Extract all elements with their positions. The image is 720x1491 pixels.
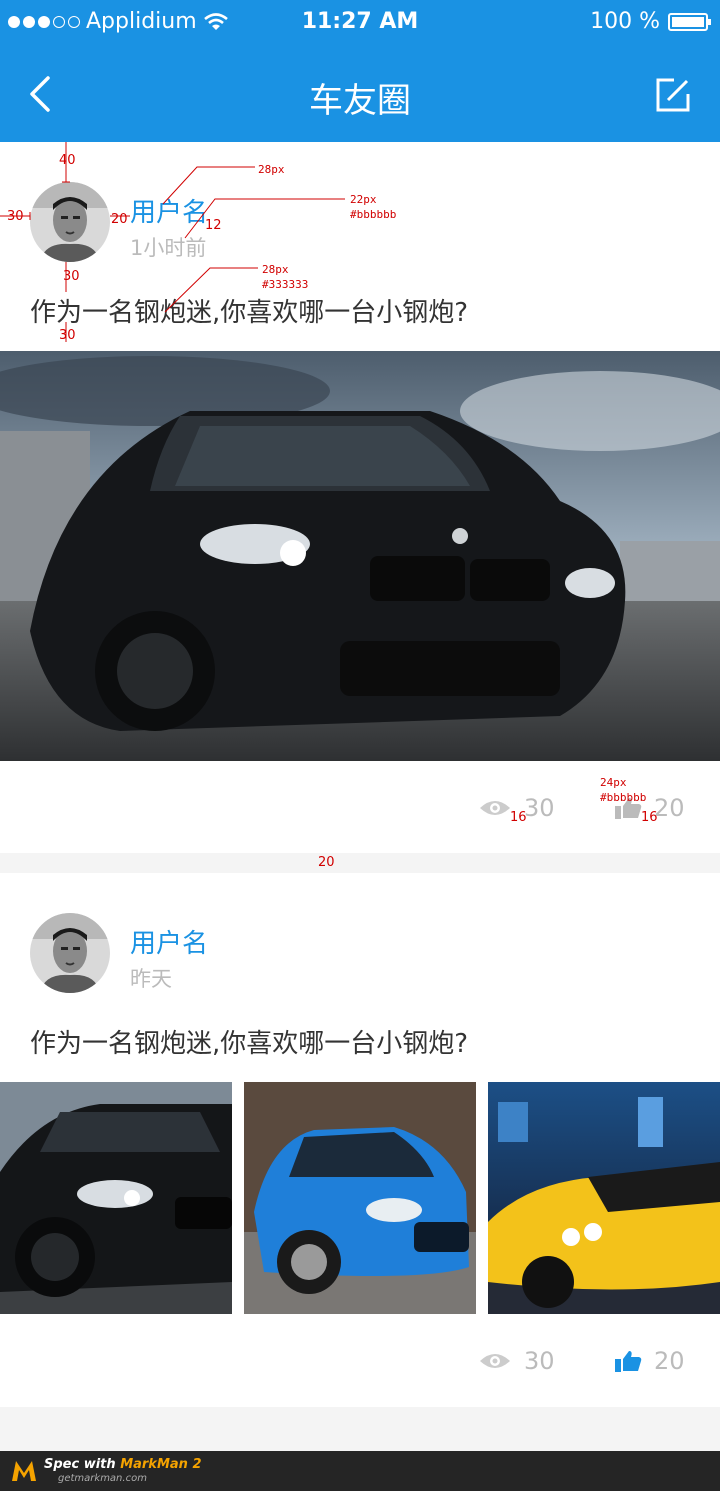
post-image-thumbnail[interactable] <box>244 1082 476 1314</box>
username[interactable]: 用户名 <box>130 923 208 960</box>
eye-icon <box>480 1354 510 1368</box>
view-count[interactable]: 30 <box>478 1347 555 1375</box>
battery-group: 100 % <box>590 9 711 34</box>
like-count-label: 20 <box>654 1347 685 1375</box>
post-time: 昨天 <box>130 967 172 991</box>
thumbs-up-icon <box>615 1351 642 1372</box>
markman-site: getmarkman.com <box>58 1473 147 1484</box>
status-bar: Applidium 11:27 AM 100 % <box>0 0 720 46</box>
compose-icon[interactable] <box>654 76 692 114</box>
spec-card-gap: 20 <box>318 855 335 870</box>
post-text: 作为一名钢炮迷,你喜欢哪一台小钢炮? <box>30 1029 469 1059</box>
view-count-label: 30 <box>524 794 555 822</box>
post-card: 用户名 1小时前 作为一名钢炮迷,你喜欢哪一台小钢炮? 30 20 40 30 … <box>0 142 720 853</box>
post-image-thumbnail[interactable] <box>0 1082 232 1314</box>
avatar[interactable] <box>30 913 110 993</box>
spec-stat-color: #bbbbbb <box>600 791 647 804</box>
battery-icon <box>668 12 711 31</box>
post-card: 用户名 昨天 作为一名钢炮迷,你喜欢哪一台小钢炮? 30 20 <box>0 873 720 1407</box>
markman-footer: Spec with MarkMan 2 getmarkman.com <box>0 1451 720 1491</box>
post-image[interactable] <box>0 351 720 761</box>
spec-icon-gap-1: 16 <box>510 810 527 825</box>
view-count-label: 30 <box>524 1347 555 1375</box>
nav-bar: 车友圈 <box>0 46 720 142</box>
like-count[interactable]: 20 <box>614 1347 685 1375</box>
like-count-label: 20 <box>654 794 685 822</box>
spec-lines <box>0 142 345 342</box>
battery-percent: 100 % <box>590 9 660 34</box>
eye-icon <box>480 801 510 815</box>
spec-icon-gap-2: 16 <box>641 810 658 825</box>
markman-logo-icon <box>12 1461 36 1481</box>
post-image-thumbnail[interactable] <box>488 1082 720 1314</box>
spec-stat-font: 24px <box>600 776 627 789</box>
page-title: 车友圈 <box>309 81 411 121</box>
spec-label: Spec with MarkMan 2 <box>44 1457 202 1472</box>
